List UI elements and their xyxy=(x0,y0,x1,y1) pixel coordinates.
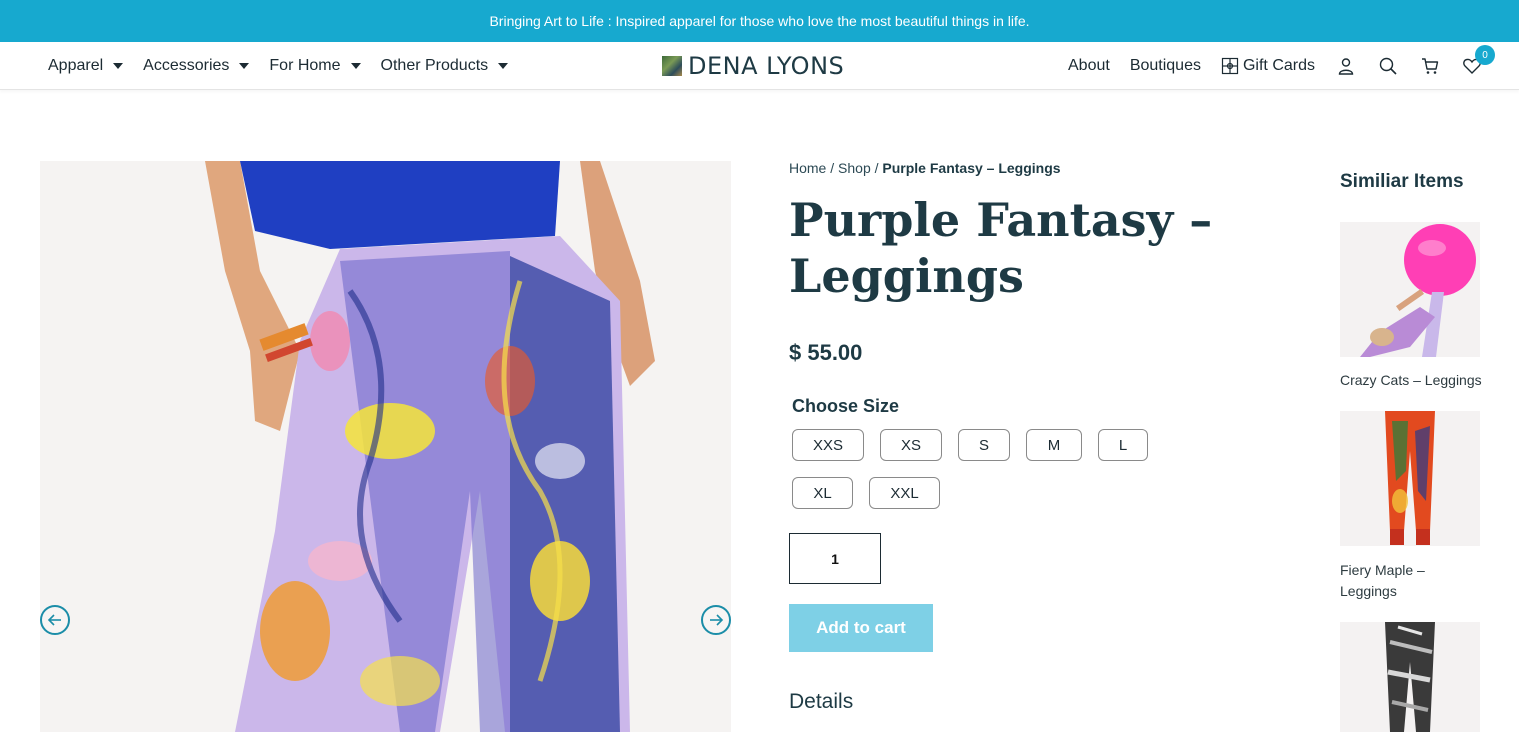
quantity-input[interactable]: 1 xyxy=(789,533,881,584)
nav-about[interactable]: About xyxy=(1068,57,1110,75)
similar-item-image[interactable] xyxy=(1340,222,1480,357)
breadcrumb-current: Purple Fantasy – Leggings xyxy=(882,160,1061,176)
user-icon xyxy=(1338,58,1354,75)
site-logo[interactable]: DENA LYONS xyxy=(662,52,844,80)
nav-apparel[interactable]: Apparel xyxy=(48,57,124,75)
similar-item-photo xyxy=(1340,222,1480,357)
nav-other-products-label: Other Products xyxy=(380,57,489,74)
product-gallery[interactable] xyxy=(40,161,731,732)
search-icon xyxy=(1379,57,1397,75)
size-option-s[interactable]: S xyxy=(958,429,1010,461)
nav-for-home[interactable]: For Home xyxy=(269,57,361,75)
nav-accessories-label: Accessories xyxy=(143,57,230,74)
caret-down-icon xyxy=(350,63,361,69)
arrow-left-icon xyxy=(47,614,61,626)
size-label: Choose Size xyxy=(792,396,900,416)
gallery-next-button[interactable] xyxy=(701,605,731,635)
add-to-cart-button[interactable]: Add to cart xyxy=(789,604,933,652)
product-image xyxy=(40,161,731,732)
product-price: $ 55.00 xyxy=(789,340,863,365)
gallery-prev-button[interactable] xyxy=(40,605,70,635)
similar-item-name[interactable]: Crazy Cats – Leggings xyxy=(1340,370,1490,391)
similar-item-image[interactable] xyxy=(1340,411,1480,546)
breadcrumb-separator: / xyxy=(826,160,839,176)
size-option-xxs[interactable]: XXS xyxy=(792,429,864,461)
caret-down-icon xyxy=(239,63,250,69)
breadcrumb-shop[interactable]: Shop xyxy=(838,160,871,176)
nav-other-products[interactable]: Other Products xyxy=(381,57,509,75)
similar-item-name[interactable]: Fiery Maple – Leggings xyxy=(1340,560,1460,602)
breadcrumb-home[interactable]: Home xyxy=(789,160,826,176)
similar-item-photo xyxy=(1340,622,1480,732)
site-header: Apparel Accessories For Home Other Produ… xyxy=(0,42,1519,90)
account-button[interactable] xyxy=(1335,55,1357,77)
nav-boutiques[interactable]: Boutiques xyxy=(1130,57,1201,75)
details-heading: Details xyxy=(789,690,854,713)
nav-gift-cards[interactable]: Gift Cards xyxy=(1221,57,1315,75)
nav-apparel-label: Apparel xyxy=(48,57,104,74)
product-title: Purple Fantasy – Leggings xyxy=(789,193,1213,303)
similar-item-image[interactable] xyxy=(1340,622,1480,732)
caret-down-icon xyxy=(113,63,124,69)
size-option-xl[interactable]: XL xyxy=(792,477,853,509)
gift-icon xyxy=(1221,57,1239,75)
nav-gift-cards-label: Gift Cards xyxy=(1242,57,1315,74)
similar-items-heading: Similiar Items xyxy=(1340,171,1464,192)
logo-mark-icon xyxy=(662,56,682,76)
size-option-l[interactable]: L xyxy=(1098,429,1148,461)
logo-text: DENA LYONS xyxy=(688,52,845,80)
size-option-m[interactable]: M xyxy=(1026,429,1082,461)
cart-button[interactable] xyxy=(1419,55,1441,77)
size-option-xs[interactable]: XS xyxy=(880,429,942,461)
breadcrumb: Home / Shop / Purple Fantasy – Leggings xyxy=(789,160,1061,176)
promo-banner: Bringing Art to Life : Inspired apparel … xyxy=(0,0,1519,42)
promo-text: Bringing Art to Life : Inspired apparel … xyxy=(489,13,1030,29)
arrow-right-icon xyxy=(710,614,724,626)
size-option-xxl[interactable]: XXL xyxy=(869,477,940,509)
similar-item-photo xyxy=(1340,411,1480,546)
search-button[interactable] xyxy=(1377,55,1399,77)
nav-accessories[interactable]: Accessories xyxy=(143,57,250,75)
nav-for-home-label: For Home xyxy=(269,57,341,74)
secondary-nav: About Boutiques Gift Cards 0 xyxy=(1068,42,1495,90)
wishlist-count-badge: 0 xyxy=(1475,45,1495,65)
caret-down-icon xyxy=(498,63,509,69)
wishlist-button[interactable]: 0 xyxy=(1461,45,1495,77)
cart-icon xyxy=(1422,58,1439,74)
main-nav: Apparel Accessories For Home Other Produ… xyxy=(48,42,509,90)
breadcrumb-separator: / xyxy=(870,160,883,176)
